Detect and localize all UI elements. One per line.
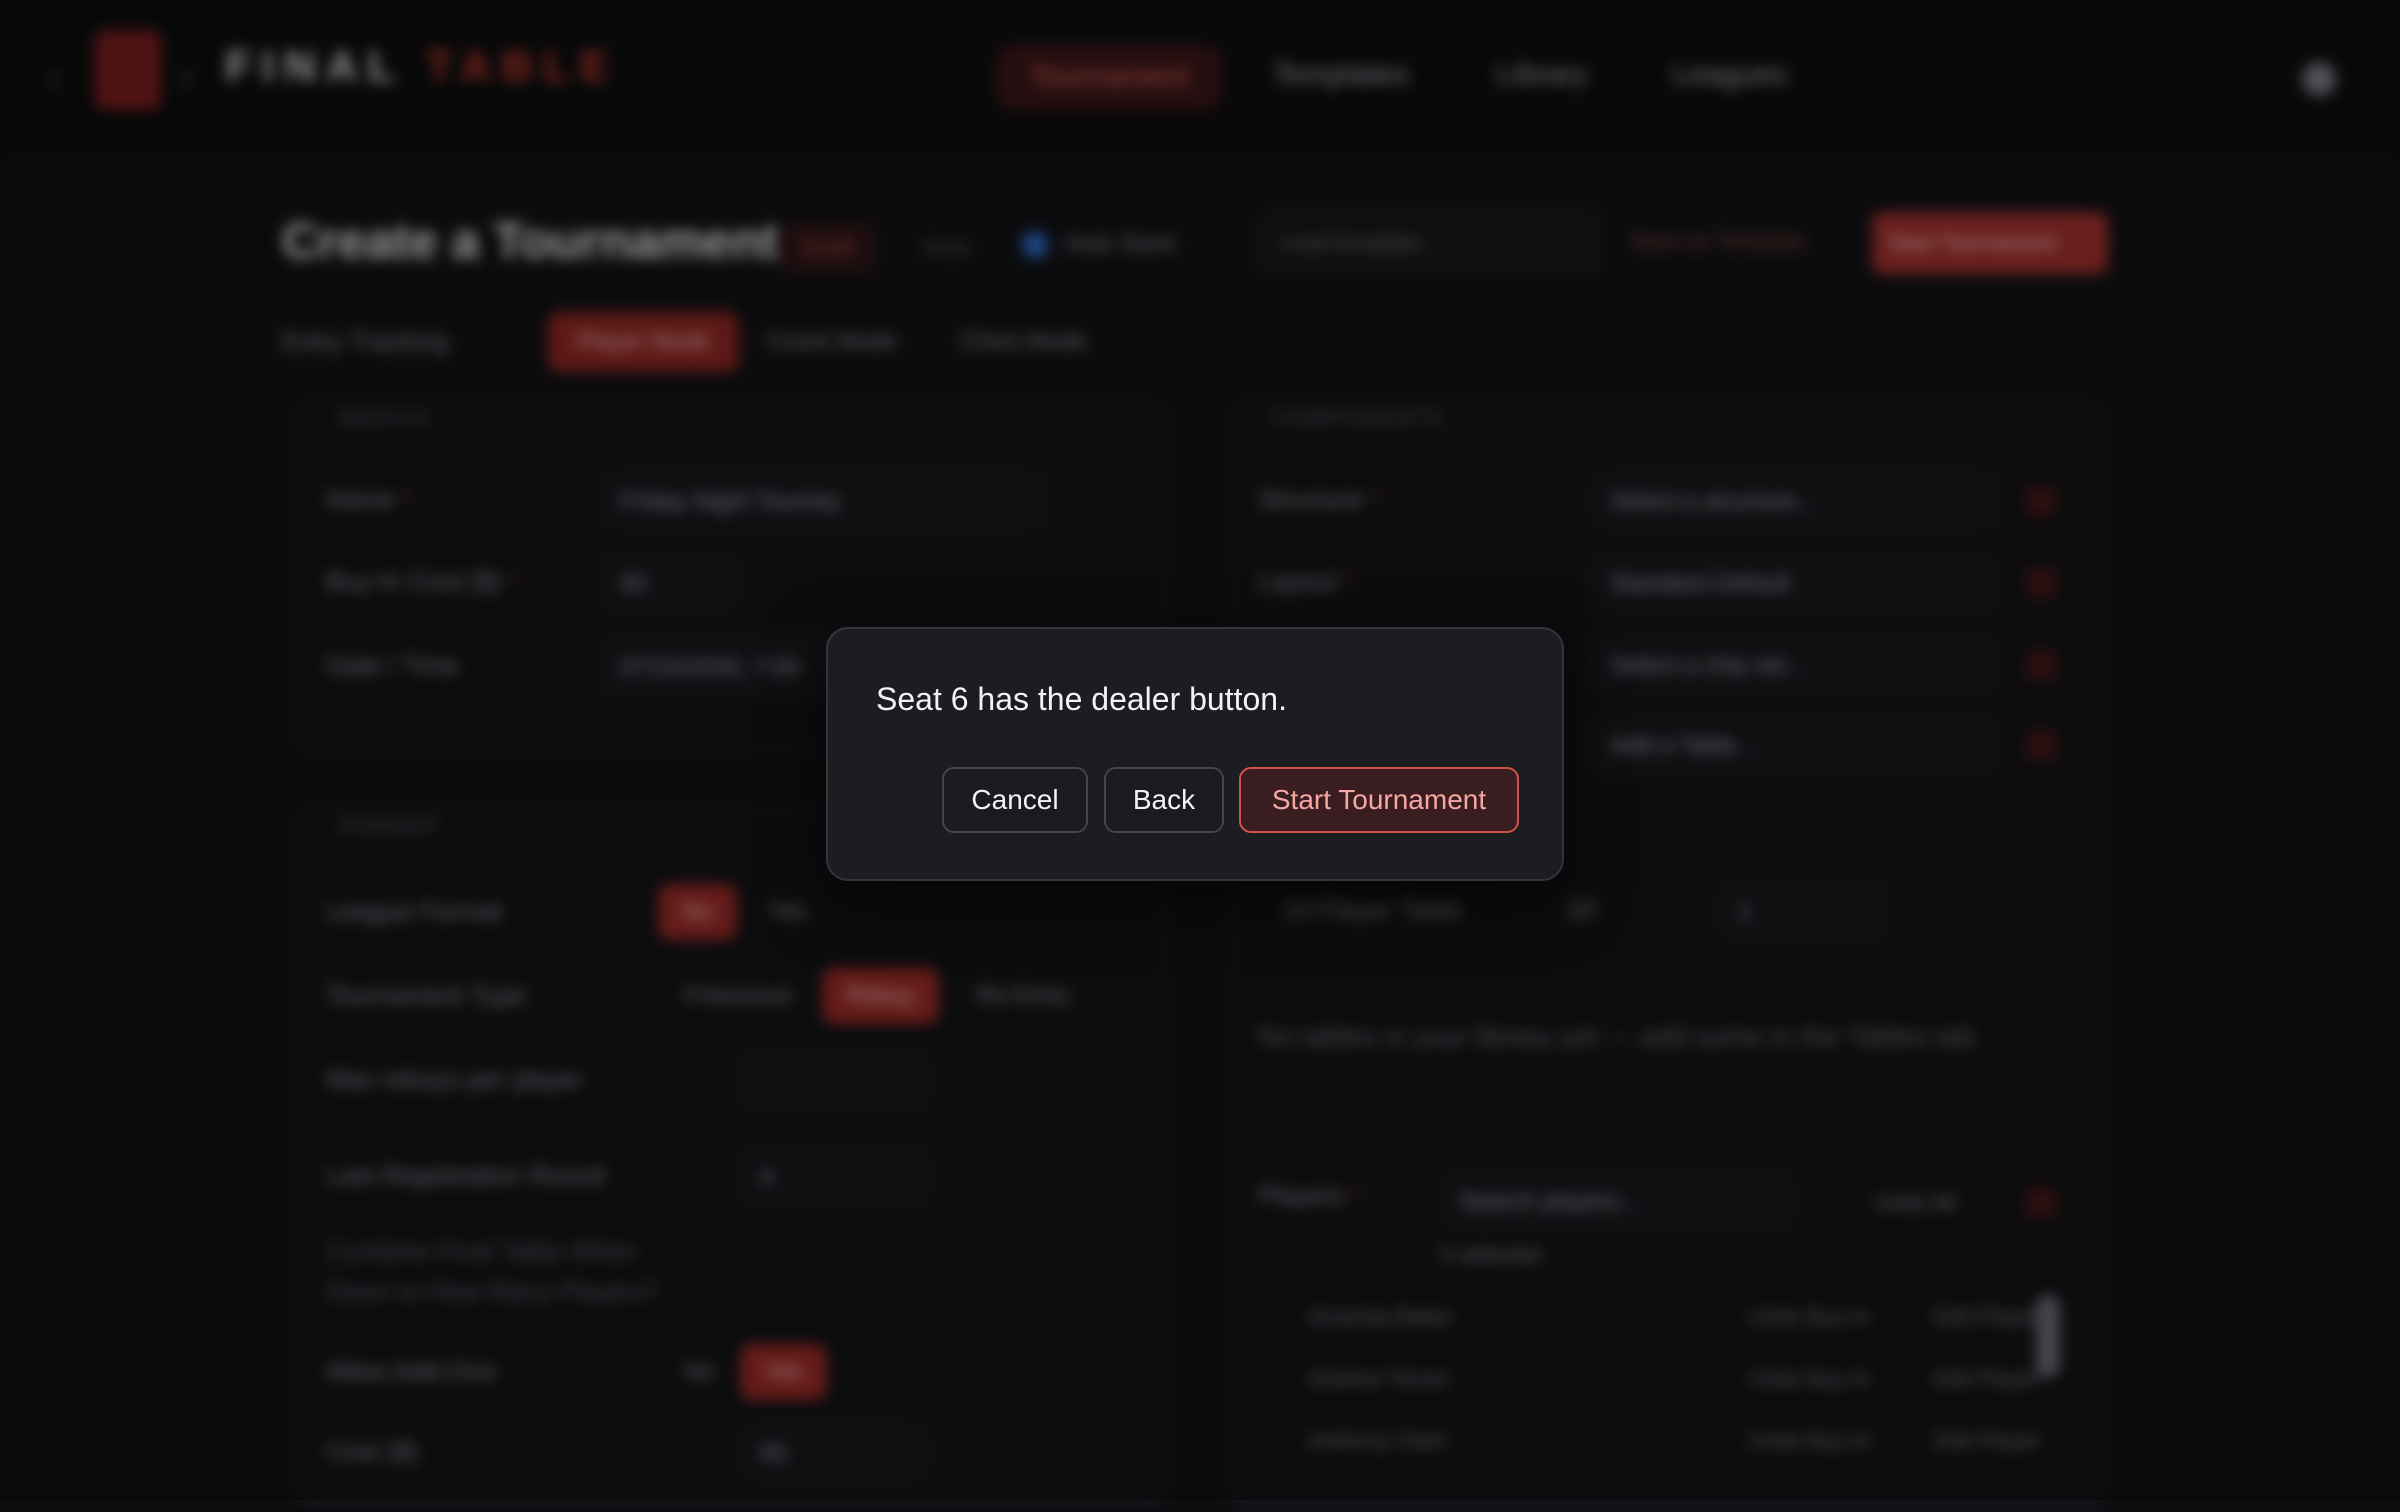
dialog-message: Seat 6 has the dealer button.	[876, 681, 1287, 717]
back-button[interactable]: Back	[1104, 767, 1224, 833]
start-tournament-button[interactable]: Start Tournament	[1239, 767, 1519, 833]
cancel-button[interactable]: Cancel	[942, 767, 1088, 833]
dealer-button-dialog: Seat 6 has the dealer button. Cancel Bac…	[826, 627, 1564, 881]
